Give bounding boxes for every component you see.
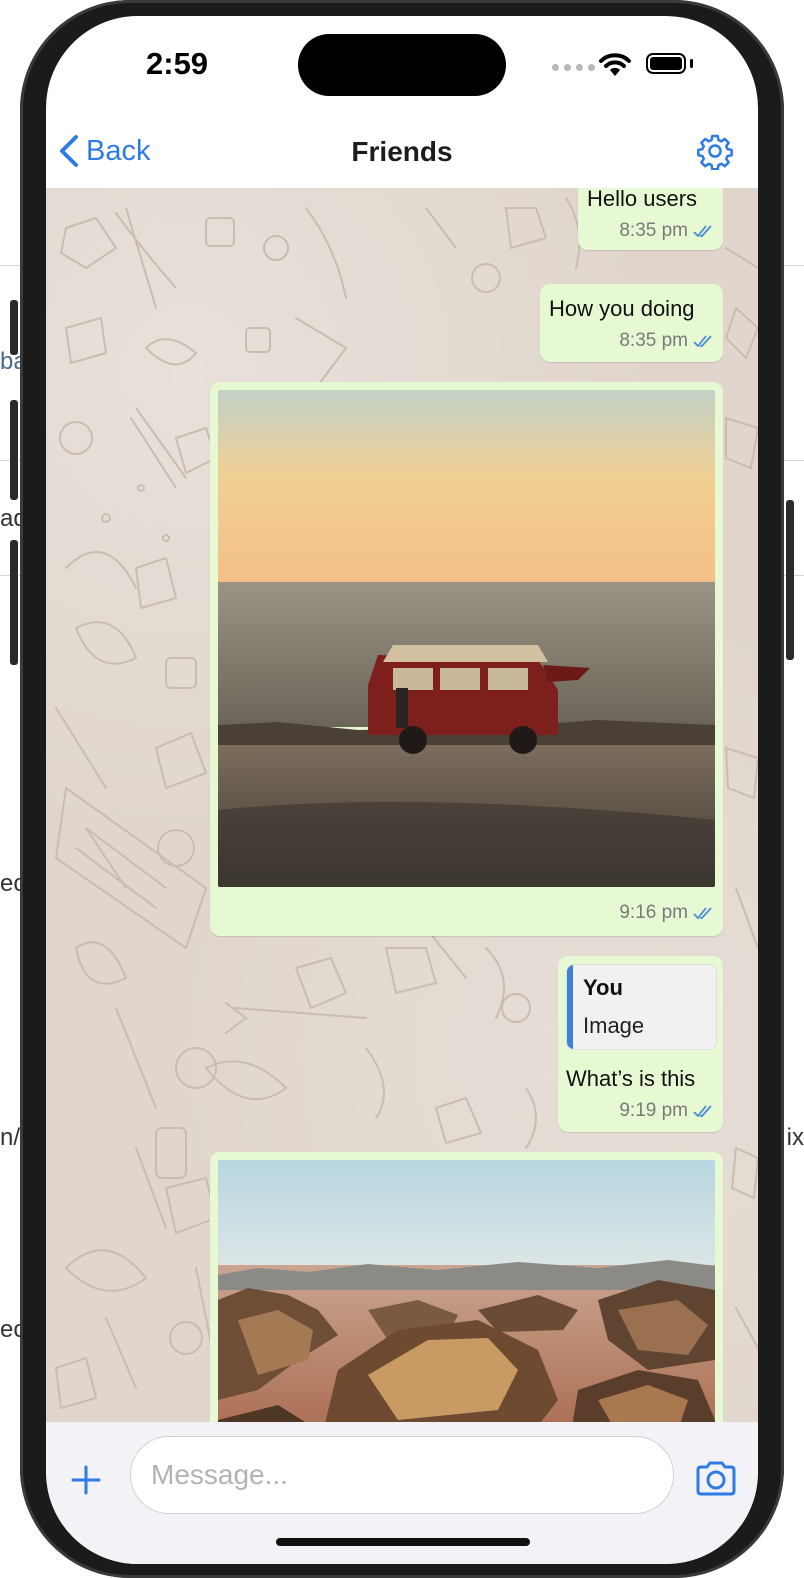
wifi-icon [599, 53, 631, 76]
reply-author: You [583, 975, 623, 1000]
message-bubble-outgoing[interactable]: Hello users 8:35 pm [578, 188, 723, 250]
double-check-icon [693, 335, 712, 348]
message-text: What’s is this [566, 1066, 696, 1091]
photo-image [218, 1160, 715, 1422]
message-text: Hello users [587, 188, 698, 211]
plus-icon[interactable] [70, 1464, 102, 1496]
reply-text: Image [583, 1013, 645, 1038]
message-text: How you doing [549, 296, 695, 321]
message-input[interactable] [130, 1436, 674, 1514]
gear-icon[interactable] [696, 132, 734, 170]
message-meta: 8:35 pm [619, 330, 713, 352]
message-time: 8:35 pm [619, 330, 688, 351]
status-time: 2:59 [146, 46, 209, 81]
message-bubble-reply[interactable]: You Image What’s is this 9:19 pm [558, 956, 723, 1132]
message-bubble-image[interactable] [210, 1152, 723, 1422]
device-side-button [10, 300, 18, 355]
reply-quote[interactable]: You Image [566, 964, 717, 1050]
double-check-icon [693, 1105, 712, 1118]
message-time: 9:16 pm [619, 902, 688, 923]
phone-screen: 2:59 Back Friends Hello users 8:35 pm Ho… [46, 16, 758, 1564]
device-side-button [10, 400, 18, 500]
message-bubble-image[interactable]: 9:16 pm [210, 382, 723, 936]
background-text: n/ [0, 1124, 21, 1151]
message-meta: 9:19 pm [619, 1100, 713, 1122]
double-check-icon [693, 907, 712, 920]
reply-accent-bar [567, 965, 573, 1049]
page-title: Friends [351, 136, 453, 167]
camera-icon[interactable] [694, 1460, 738, 1496]
cellular-signal-icon [552, 64, 595, 71]
message-time: 8:35 pm [619, 220, 688, 241]
message-meta: 8:35 pm [619, 220, 713, 242]
double-check-icon [693, 225, 712, 238]
navigation-bar: Back Friends [46, 116, 758, 188]
device-side-button [10, 540, 18, 665]
message-meta: 9:16 pm [619, 902, 713, 924]
battery-cap [690, 59, 693, 68]
device-side-button [786, 500, 794, 660]
message-time: 9:19 pm [619, 1100, 688, 1121]
van-at-sunset-photo[interactable] [218, 390, 715, 887]
desert-rocks-photo[interactable] [218, 1160, 715, 1422]
home-indicator [276, 1538, 530, 1546]
photo-image [218, 390, 715, 887]
dynamic-island [298, 34, 506, 96]
battery-icon [646, 53, 686, 74]
chat-message-list[interactable]: Hello users 8:35 pm How you doing 8:35 p… [46, 188, 758, 1422]
message-bubble-outgoing[interactable]: How you doing 8:35 pm [540, 284, 723, 362]
background-text: ix [786, 1124, 804, 1151]
